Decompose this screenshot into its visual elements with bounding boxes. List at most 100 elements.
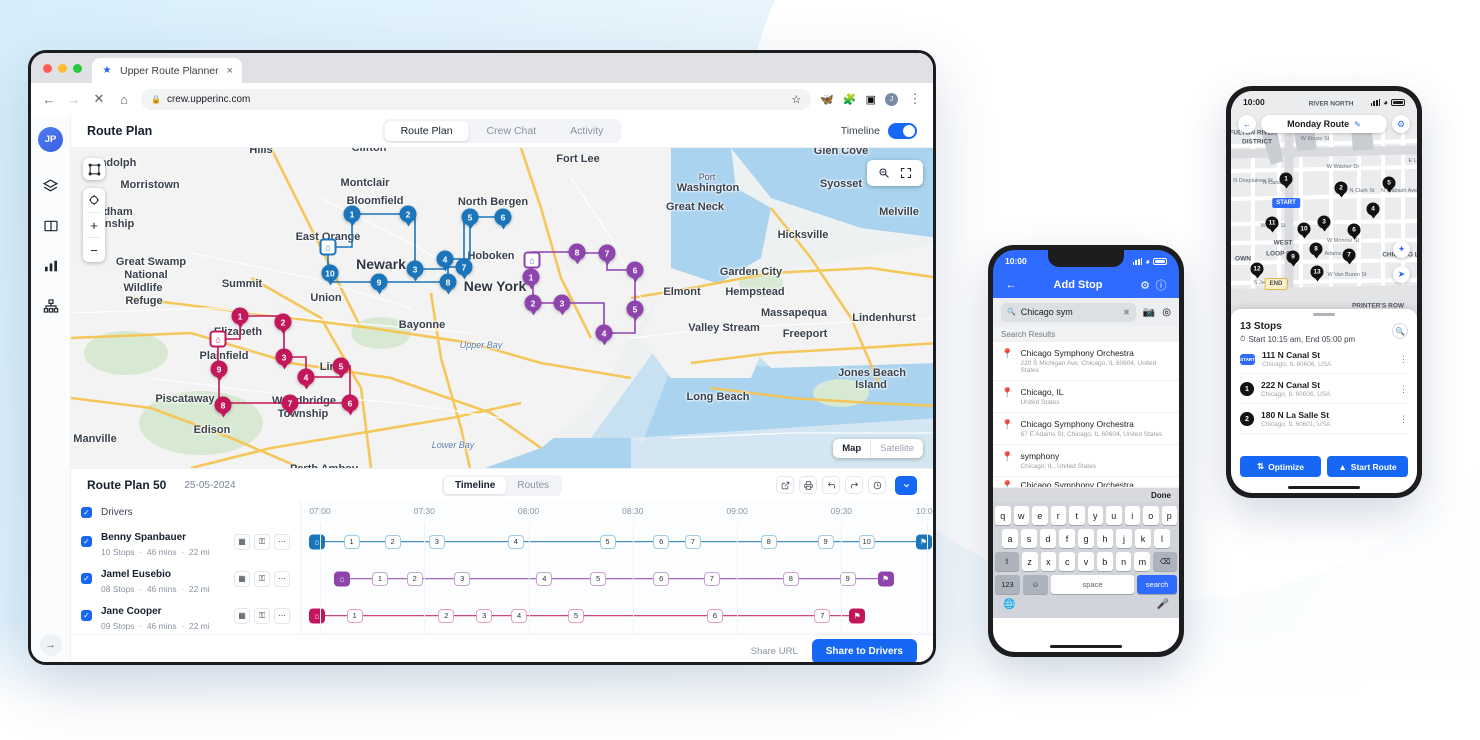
keyboard-done-button[interactable]: Done xyxy=(993,488,1179,502)
timeline-end-marker[interactable]: ⚑ xyxy=(915,534,932,549)
tab-activity[interactable]: Activity xyxy=(554,121,619,141)
search-result-item[interactable]: 📍 Chicago Symphony Orchestra 67 E Adams … xyxy=(993,413,1179,445)
key-r[interactable]: r xyxy=(1050,506,1066,525)
clear-icon[interactable]: ✖ xyxy=(1123,308,1130,317)
extension-icon-1[interactable]: 🦋 xyxy=(820,93,834,106)
browser-menu-icon[interactable]: ⋮ xyxy=(907,91,923,107)
tab-timeline[interactable]: Timeline xyxy=(443,476,507,494)
stop-list-item[interactable]: 2 180 N La Salle St Chicago, IL 60601, U… xyxy=(1240,404,1408,434)
select-all-checkbox[interactable]: ✓ xyxy=(81,506,92,518)
phone2-stop-marker[interactable]: 6 xyxy=(1347,223,1361,237)
fullscreen-icon[interactable] xyxy=(895,164,917,182)
phone2-stop-marker[interactable]: 3 xyxy=(1317,215,1331,229)
timeline-stop-node[interactable]: 7 xyxy=(684,534,701,549)
globe-icon[interactable]: 🌐 xyxy=(1003,599,1015,610)
timeline-stop-node[interactable]: 1 xyxy=(343,534,360,549)
key-g[interactable]: g xyxy=(1078,529,1094,548)
pencil-icon[interactable]: ✎ xyxy=(1354,120,1361,129)
timeline-stop-node[interactable]: 2 xyxy=(438,608,455,623)
map-stop-marker[interactable]: 6 xyxy=(494,208,512,226)
driver-row[interactable]: ✓ Jamel Eusebio 08 Stops · 46 mins · 22 … xyxy=(71,560,300,597)
map-stop-marker[interactable]: 4 xyxy=(595,324,613,342)
timeline-end-marker[interactable]: ⚑ xyxy=(849,608,866,623)
map-type-satellite[interactable]: Satellite xyxy=(870,439,923,458)
close-tab-icon[interactable]: × xyxy=(227,65,233,77)
timeline-stop-node[interactable]: 10 xyxy=(858,534,875,549)
mic-icon[interactable]: 🎤 xyxy=(1157,599,1169,610)
key-h[interactable]: h xyxy=(1097,529,1113,548)
phone2-stop-marker[interactable]: 12 xyxy=(1250,262,1264,276)
timeline-stop-node[interactable]: 2 xyxy=(384,534,401,549)
search-result-item[interactable]: 📍 Chicago, IL United States xyxy=(993,381,1179,413)
camera-icon[interactable]: 📷 xyxy=(1143,307,1155,318)
phone2-stop-marker[interactable]: 13 xyxy=(1310,265,1324,279)
map-stop-marker[interactable]: 3 xyxy=(275,348,293,366)
map-depot-marker[interactable]: ⌂ xyxy=(209,330,227,348)
timeline-column[interactable]: 07:00 07:30 08:00 08:30 09:00 09:30 10:00 ⌂ ⚑ 1… xyxy=(301,501,933,634)
collapse-rail-button[interactable]: → xyxy=(39,634,62,656)
map-type-toggle[interactable]: Map Satellite xyxy=(833,439,923,458)
map-stop-marker[interactable]: 8 xyxy=(439,273,457,291)
map-stop-marker[interactable]: 5 xyxy=(626,300,644,318)
driver-row[interactable]: ✓ Benny Spanbauer 10 Stops · 46 mins · 2… xyxy=(71,523,300,560)
timeline-start-marker[interactable]: ⌂ xyxy=(334,571,351,586)
browser-tab[interactable]: ★ Upper Route Planner × xyxy=(92,58,242,83)
map-stop-marker[interactable]: 6 xyxy=(341,394,359,412)
map-stop-marker[interactable]: 7 xyxy=(598,244,616,262)
map-stop-marker[interactable]: 8 xyxy=(214,396,232,414)
user-avatar[interactable]: JP xyxy=(38,127,63,152)
timeline-stop-node[interactable]: 2 xyxy=(406,571,423,586)
tab-crew-chat[interactable]: Crew Chat xyxy=(471,121,553,141)
window-traffic-lights[interactable] xyxy=(41,53,92,83)
optimize-button[interactable]: ⇅ Optimize xyxy=(1240,456,1321,477)
backspace-icon[interactable]: ⌫ xyxy=(1153,552,1177,571)
map-stop-marker[interactable]: 5 xyxy=(461,208,479,226)
key-z[interactable]: z xyxy=(1021,552,1038,571)
timeline-stop-node[interactable]: 3 xyxy=(428,534,445,549)
map-depot-marker[interactable]: ⌂ xyxy=(319,238,337,256)
key-t[interactable]: t xyxy=(1069,506,1085,525)
key-q[interactable]: q xyxy=(995,506,1011,525)
driver-row[interactable]: ✓ Jane Cooper 09 Stops · 46 mins · 22 mi… xyxy=(71,597,300,634)
timeline-stop-node[interactable]: 4 xyxy=(536,571,553,586)
map-stop-marker[interactable]: 7 xyxy=(455,258,473,276)
profile-avatar[interactable]: J xyxy=(885,92,898,106)
address-bar[interactable]: 🔒 crew.upperinc.com ☆ xyxy=(141,88,812,110)
search-input[interactable]: 🔍 Chicago sym ✖ xyxy=(1001,302,1136,322)
phone2-stop-marker[interactable]: 7 xyxy=(1342,248,1356,262)
map-type-map[interactable]: Map xyxy=(833,439,870,458)
map-stop-marker[interactable]: 2 xyxy=(399,205,417,223)
map-stop-marker[interactable]: 6 xyxy=(626,261,644,279)
print-icon[interactable] xyxy=(799,476,817,494)
key-w[interactable]: w xyxy=(1013,506,1029,525)
back-icon[interactable]: ← xyxy=(41,92,57,107)
zoom-out-button[interactable]: − xyxy=(83,238,105,262)
map-stop-marker[interactable]: 1 xyxy=(231,307,249,325)
navigate-icon[interactable]: ➤ xyxy=(1393,266,1410,283)
map-stop-marker[interactable]: 7 xyxy=(281,394,299,412)
map-stop-marker[interactable]: 4 xyxy=(297,368,315,386)
stop-list-item[interactable]: START 111 N Canal St Chicago, IL 60606, … xyxy=(1240,344,1408,374)
search-result-item[interactable]: 📍 Chicago Symphony Orchestra xyxy=(993,477,1179,488)
calendar-icon[interactable]: ▦ xyxy=(234,533,250,550)
key-v[interactable]: v xyxy=(1078,552,1094,571)
driver-checkbox[interactable]: ✓ xyxy=(81,536,92,547)
timeline-stop-node[interactable]: 3 xyxy=(454,571,471,586)
phone1-keyboard[interactable]: qwertyuiop asdfghjkl ⇧ z x c v b n m ⌫ 123 ☺ spa… xyxy=(993,502,1179,618)
map-stop-marker[interactable]: 2 xyxy=(274,313,292,331)
phone2-stop-marker[interactable]: 8 xyxy=(1309,242,1323,256)
driver-checkbox[interactable]: ✓ xyxy=(81,610,92,621)
route-map[interactable]: Randolph Hills Clifton Fort Lee Glen Cove Mon… xyxy=(71,148,933,468)
search-result-item[interactable]: 📍 symphony Chicago, IL, United States xyxy=(993,445,1179,477)
timeline-row[interactable]: ⌂ ⚑ 1 2 3 4 5 6 7 8 9 10 xyxy=(301,523,933,560)
driver-checkbox[interactable]: ✓ xyxy=(81,573,92,584)
lock-icon[interactable]: ⚿ xyxy=(254,607,270,624)
key-j[interactable]: j xyxy=(1116,529,1132,548)
timeline-start-marker[interactable]: ⌂ xyxy=(308,534,325,549)
target-icon[interactable]: ◎ xyxy=(1162,307,1171,318)
timeline-stop-node[interactable]: 6 xyxy=(653,571,670,586)
timeline-start-marker[interactable]: ⌂ xyxy=(308,608,325,623)
layers-icon[interactable]: ✦ xyxy=(1393,241,1410,258)
timeline-stop-node[interactable]: 1 xyxy=(346,608,363,623)
timeline-rows[interactable]: ⌂ ⚑ 1 2 3 4 5 6 7 8 9 10 ⌂ ⚑ 1 2 3 4 5 6 7 8 9 ⌂ ⚑ 1 2 3 4 5 6 7 xyxy=(301,523,933,634)
